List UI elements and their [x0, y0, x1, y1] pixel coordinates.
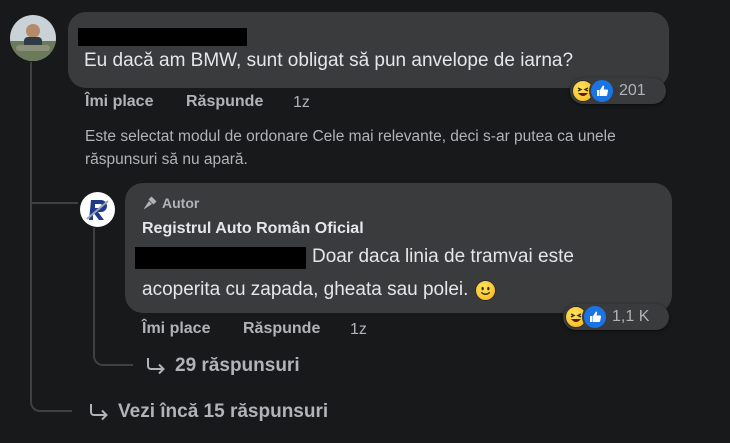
comment-timestamp[interactable]: 1z: [350, 321, 367, 339]
reaction-count: 1,1 K: [612, 308, 650, 325]
reply-arrow-icon: [147, 358, 165, 375]
sort-notice: Este selectat modul de ordonare Cele mai…: [85, 125, 616, 171]
sort-notice-line1: Este selectat modul de ordonare Cele mai…: [85, 128, 616, 145]
thread-line-branch-author: [30, 202, 78, 204]
user-photo-icon: [10, 15, 56, 61]
reactions-summary[interactable]: 201: [570, 78, 666, 104]
like-reaction-icon: [582, 304, 608, 330]
microphone-icon: [144, 196, 157, 209]
avatar-rar[interactable]: [80, 192, 115, 227]
like-reaction-icon: [589, 78, 615, 104]
author-name[interactable]: Registrul Auto Român Oficial: [142, 220, 364, 238]
view-replies-label: 29 răspunsuri: [175, 355, 300, 376]
thread-line-curve-more: [30, 392, 72, 412]
comment-bubble-user: Eu dacă am BMW, sunt obligat să pun anve…: [68, 12, 669, 88]
comment-timestamp[interactable]: 1z: [293, 94, 310, 112]
view-replies-link[interactable]: 29 răspunsuri: [145, 355, 300, 377]
rar-logo-icon: [80, 192, 115, 227]
comment-text: Eu dacă am BMW, sunt obligat să pun anve…: [84, 50, 574, 71]
avatar-user[interactable]: [10, 15, 56, 61]
reactions-summary-author[interactable]: 1,1 K: [563, 304, 669, 330]
reply-arrow-icon: [90, 404, 108, 421]
thread-line-curve-replies: [93, 346, 133, 366]
comment-text-line1: Doar daca linia de tramvai este: [312, 246, 574, 267]
reply-button[interactable]: Răspunde: [186, 93, 263, 111]
author-badge: Autor: [142, 195, 199, 211]
like-button[interactable]: Îmi place: [142, 320, 210, 338]
reaction-count: 201: [619, 82, 646, 99]
sort-notice-line2: răspunsuri să nu apară.: [85, 151, 248, 168]
redacted-tagged-name: [135, 247, 306, 269]
view-more-replies-label: Vezi încă 15 răspunsuri: [118, 401, 329, 422]
comment-text-line2-wrap: acoperita cu zapada, gheata sau polei.: [142, 279, 497, 301]
comment-text-line2: acoperita cu zapada, gheata sau polei.: [142, 279, 469, 300]
author-badge-label: Autor: [162, 195, 200, 211]
redacted-author-name: [78, 28, 247, 46]
thread-line-reply: [93, 228, 95, 350]
smile-emoji-icon: [475, 279, 497, 301]
like-button[interactable]: Îmi place: [85, 93, 153, 111]
reply-button[interactable]: Răspunde: [243, 320, 320, 338]
comment-bubble-author: Autor Registrul Auto Român Oficial Doar …: [125, 183, 672, 313]
view-more-replies-link[interactable]: Vezi încă 15 răspunsuri: [88, 401, 328, 423]
thread-line-main: [30, 62, 32, 398]
